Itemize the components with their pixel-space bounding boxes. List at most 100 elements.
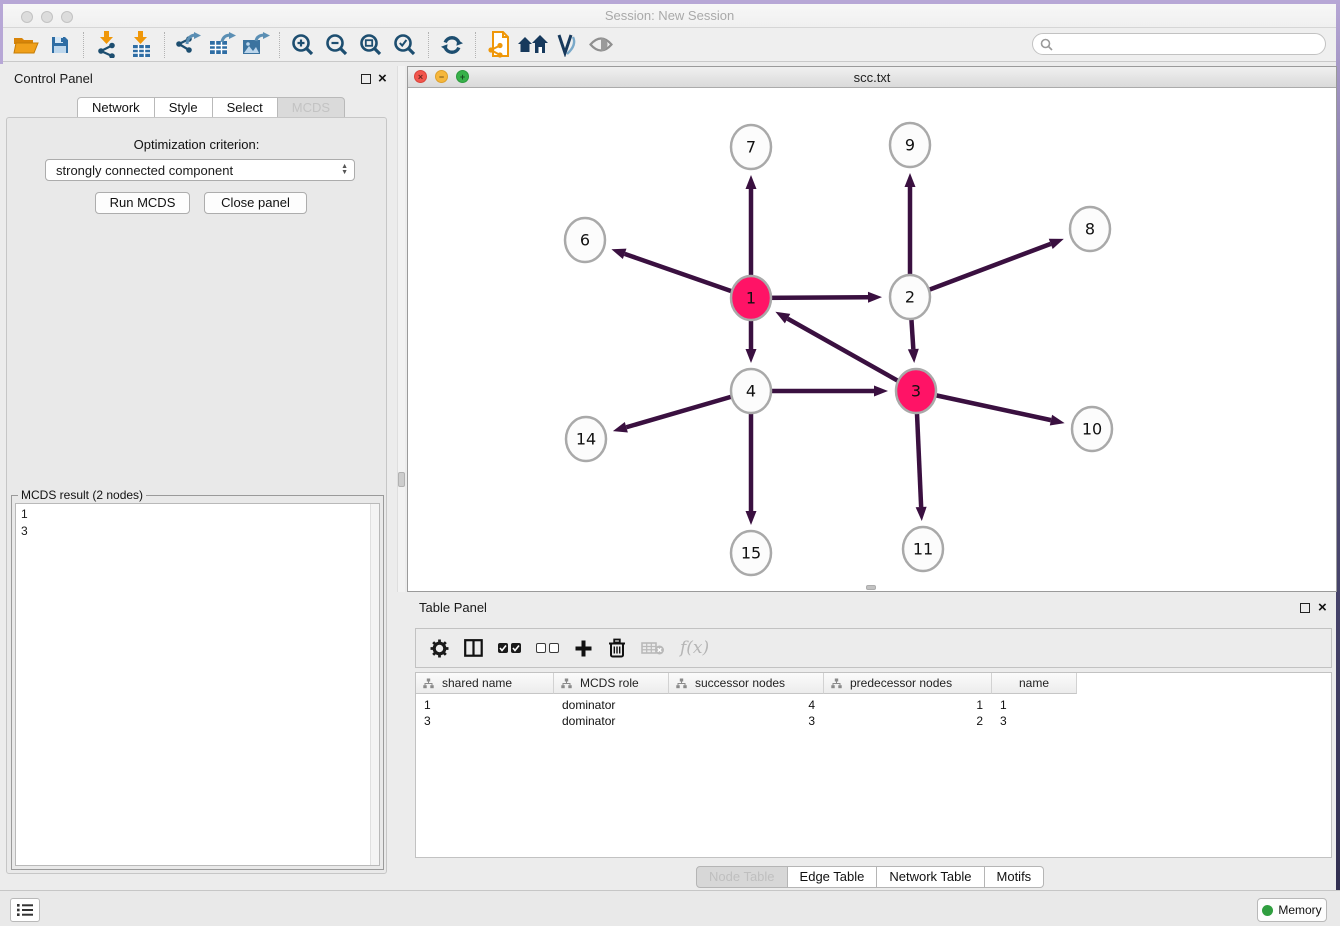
- node-2[interactable]: 2: [890, 275, 930, 319]
- first-neighbors-icon[interactable]: [516, 30, 550, 60]
- panel-divider-handle[interactable]: [398, 472, 405, 487]
- zoom-out-icon[interactable]: [320, 30, 354, 60]
- toolbar-separator: [164, 32, 165, 58]
- tab-motifs[interactable]: Motifs: [985, 866, 1045, 888]
- edge-arrowhead: [746, 511, 757, 525]
- optimization-criterion-select[interactable]: strongly connected component ▲▼: [45, 159, 355, 181]
- control-panel-title: Control Panel: [14, 71, 93, 86]
- column-header-predecessor-nodes[interactable]: predecessor nodes: [824, 673, 992, 694]
- table-header-row: shared name MCDS role successor nodes pr…: [416, 673, 1077, 694]
- copy-network-icon[interactable]: [482, 30, 516, 60]
- edge-3-1[interactable]: [788, 319, 916, 391]
- node-6[interactable]: 6: [565, 218, 605, 262]
- mcds-result-list[interactable]: 1 3: [15, 503, 380, 866]
- tab-node-table[interactable]: Node Table: [696, 866, 788, 888]
- column-type-icon: [831, 678, 842, 689]
- column-header-name[interactable]: name: [992, 673, 1077, 694]
- column-header-mcds-role[interactable]: MCDS role: [554, 673, 669, 694]
- node-15[interactable]: 15: [731, 531, 771, 575]
- table-row[interactable]: 3 dominator 3 2 3: [416, 713, 1077, 729]
- edge-arrowhead: [868, 292, 882, 303]
- table-row[interactable]: 1 dominator 4 1 1: [416, 697, 1077, 713]
- edge-arrowhead: [746, 349, 757, 363]
- svg-text:4: 4: [746, 382, 756, 401]
- toolbar-separator: [475, 32, 476, 58]
- import-table-icon[interactable]: [124, 30, 158, 60]
- network-window-titlebar: × − + scc.txt: [408, 67, 1336, 88]
- create-column-icon[interactable]: [574, 639, 593, 658]
- refresh-view-icon[interactable]: [435, 30, 469, 60]
- task-list-icon: [16, 903, 34, 917]
- network-view-window: × − + scc.txt 1 2 3 4 6 7 8 9 10 11 14 15: [407, 66, 1337, 592]
- delete-column-icon[interactable]: [608, 638, 626, 658]
- svg-text:2: 2: [905, 288, 915, 307]
- network-canvas[interactable]: 1 2 3 4 6 7 8 9 10 11 14 15: [408, 88, 1336, 591]
- column-header-shared-name[interactable]: shared name: [416, 673, 554, 694]
- show-hide-panel-icon[interactable]: [584, 30, 618, 60]
- node-8[interactable]: 8: [1070, 207, 1110, 251]
- edge-arrowhead: [908, 349, 919, 363]
- save-session-icon[interactable]: [43, 30, 77, 60]
- show-column-panel-icon[interactable]: [464, 639, 483, 657]
- table-panel-float-icon[interactable]: [1300, 603, 1310, 613]
- tab-network[interactable]: Network: [77, 97, 155, 118]
- network-graph[interactable]: 1 2 3 4 6 7 8 9 10 11 14 15: [408, 88, 1336, 591]
- control-panel-float-icon[interactable]: [361, 74, 371, 84]
- edge-arrowhead: [746, 175, 757, 189]
- tab-network-table[interactable]: Network Table: [877, 866, 984, 888]
- zoom-selected-icon[interactable]: [388, 30, 422, 60]
- svg-text:8: 8: [1085, 220, 1095, 239]
- node-9[interactable]: 9: [890, 123, 930, 167]
- edge-2-8[interactable]: [910, 244, 1051, 297]
- svg-text:6: 6: [580, 231, 590, 250]
- search-input[interactable]: [1058, 37, 1308, 51]
- svg-text:3: 3: [911, 382, 921, 401]
- task-history-button[interactable]: [10, 898, 40, 922]
- network-hscroll-handle[interactable]: [866, 585, 876, 590]
- node-table[interactable]: shared name MCDS role successor nodes pr…: [415, 672, 1332, 858]
- control-panel-close-icon[interactable]: ×: [378, 74, 387, 84]
- function-builder-icon: f(x): [680, 638, 709, 658]
- select-all-columns-icon[interactable]: [498, 643, 521, 653]
- tab-select[interactable]: Select: [213, 97, 278, 118]
- node-14[interactable]: 14: [566, 417, 606, 461]
- table-panel-close-icon[interactable]: ×: [1318, 603, 1327, 613]
- node-1[interactable]: 1: [731, 276, 771, 320]
- svg-text:14: 14: [576, 430, 596, 449]
- tab-style[interactable]: Style: [155, 97, 213, 118]
- import-network-icon[interactable]: [90, 30, 124, 60]
- column-type-icon: [423, 678, 434, 689]
- export-table-icon[interactable]: [205, 30, 239, 60]
- open-file-icon[interactable]: [9, 30, 43, 60]
- mcds-result-title: MCDS result (2 nodes): [18, 488, 146, 502]
- mcds-result-line: 1: [21, 506, 374, 523]
- tab-edge-table[interactable]: Edge Table: [788, 866, 878, 888]
- svg-text:9: 9: [905, 136, 915, 155]
- memory-status-icon: [1262, 905, 1273, 916]
- close-panel-button[interactable]: Close panel: [204, 192, 307, 214]
- zoom-fit-icon[interactable]: [354, 30, 388, 60]
- edge-arrowhead: [613, 422, 628, 433]
- node-11[interactable]: 11: [903, 527, 943, 571]
- search-box[interactable]: [1032, 33, 1326, 55]
- table-settings-gear-icon[interactable]: [430, 639, 449, 658]
- memory-button[interactable]: Memory: [1257, 898, 1327, 922]
- node-3[interactable]: 3: [896, 369, 936, 413]
- svg-text:10: 10: [1082, 420, 1102, 439]
- node-10[interactable]: 10: [1072, 407, 1112, 451]
- node-4[interactable]: 4: [731, 369, 771, 413]
- result-scrollbar[interactable]: [370, 504, 379, 865]
- column-header-successor-nodes[interactable]: successor nodes: [669, 673, 824, 694]
- tab-mcds[interactable]: MCDS: [278, 97, 345, 118]
- toolbar-separator: [83, 32, 84, 58]
- export-image-icon[interactable]: [239, 30, 273, 60]
- svg-text:1: 1: [746, 289, 756, 308]
- run-mcds-button[interactable]: Run MCDS: [95, 192, 190, 214]
- unselect-all-columns-icon[interactable]: [536, 643, 559, 653]
- export-network-icon[interactable]: [171, 30, 205, 60]
- optimization-criterion-value: strongly connected component: [56, 163, 341, 178]
- vizmapper-icon[interactable]: [550, 30, 584, 60]
- node-7[interactable]: 7: [731, 125, 771, 169]
- zoom-in-icon[interactable]: [286, 30, 320, 60]
- panel-divider: [397, 66, 405, 592]
